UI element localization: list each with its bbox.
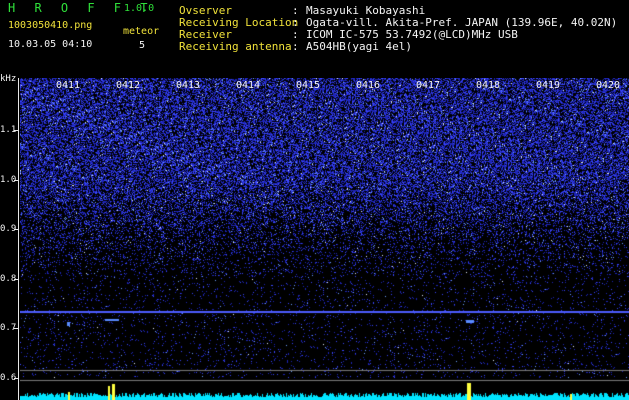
x-tick-label: 0418	[476, 80, 501, 91]
x-tick-label: 0412	[116, 80, 141, 91]
spectrogram-canvas	[20, 78, 629, 400]
x-tick-label: 0416	[356, 80, 381, 91]
capture-datetime: 10.03.05 04:10	[8, 39, 93, 50]
y-tick-label: 1.1	[0, 125, 17, 135]
info-value-antenna: A504HB(yagi 4el)	[306, 40, 412, 53]
image-filename: 1003050410.png	[8, 20, 93, 31]
app-version: 1.0.0	[124, 3, 155, 14]
y-tick-label: 0.7	[0, 323, 17, 333]
x-tick-label: 0415	[296, 80, 321, 91]
x-tick-label: 0419	[536, 80, 561, 91]
info-label-antenna: Receiving antenna	[179, 40, 292, 53]
y-tick-label: 0.6	[0, 373, 17, 383]
x-tick-label: 0420	[596, 80, 621, 91]
y-tick-label: 0.8	[0, 274, 17, 284]
y-tick-label: 0.9	[0, 224, 17, 234]
info-colon: :	[292, 40, 299, 53]
y-tick-label: 1.0	[0, 175, 17, 185]
meteor-label: meteor	[123, 26, 160, 37]
x-tick-label: 0413	[176, 80, 201, 91]
x-tick-label: 0414	[236, 80, 261, 91]
y-axis-unit: kHz	[0, 74, 17, 84]
meteor-count: 5	[139, 40, 146, 51]
y-axis-line	[18, 78, 19, 400]
x-tick-label: 0417	[416, 80, 441, 91]
x-tick-label: 0411	[56, 80, 81, 91]
